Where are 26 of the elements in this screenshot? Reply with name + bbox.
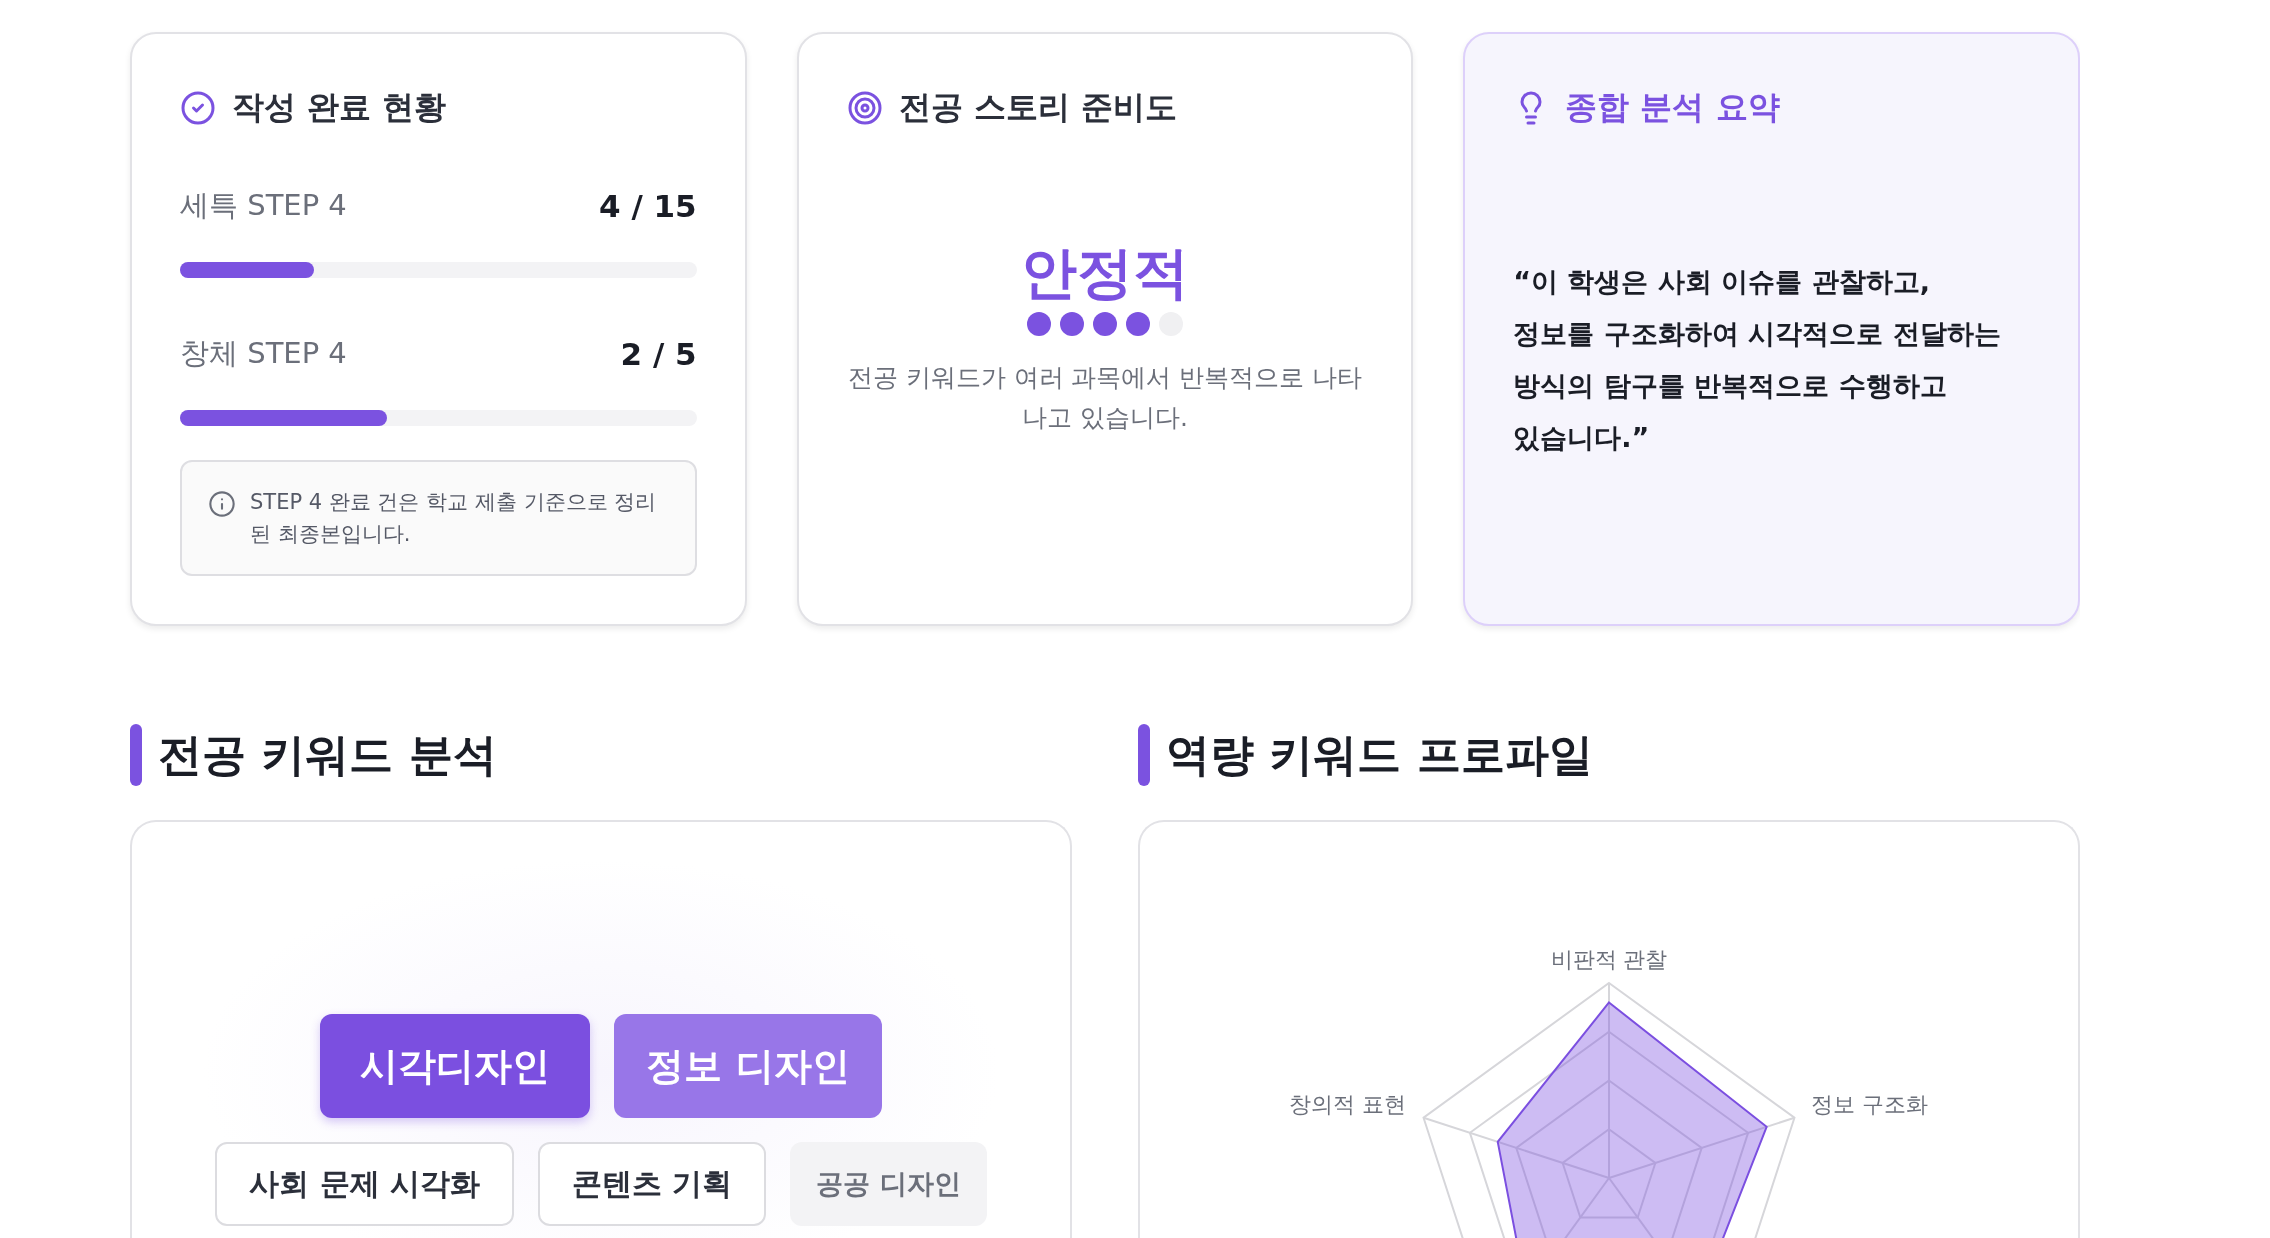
progress-count: 2 / 5 bbox=[620, 336, 697, 372]
progress-label: 창체 STEP 4 bbox=[180, 335, 347, 372]
card-title: 전공 스토리 준비도 bbox=[898, 87, 1177, 128]
progress-count: 4 / 15 bbox=[599, 188, 697, 224]
progress-label: 세특 STEP 4 bbox=[180, 187, 347, 224]
readiness-status: 안정적 bbox=[1021, 242, 1189, 304]
info-icon bbox=[208, 490, 236, 518]
axis-label: 창의적 표현 bbox=[1289, 1092, 1406, 1117]
card-title: 종합 분석 요약 bbox=[1565, 87, 1780, 128]
target-icon bbox=[846, 90, 883, 126]
summary-quote: “이 학생은 사회 이슈를 관찰하고, 정보를 구조화하여 시각적으로 전달하는 방식의 탐구를 반복적으로 수행하고 있습니다.” bbox=[1513, 265, 2002, 455]
card-title: 작성 완료 현황 bbox=[232, 87, 447, 128]
keyword-tag[interactable]: 정보 디자인 bbox=[614, 1014, 882, 1118]
section-heading: 역량 키워드 프로파일 bbox=[1166, 727, 1593, 782]
axis-label: 정보 구조화 bbox=[1811, 1092, 1928, 1117]
heading-accent-bar bbox=[1138, 724, 1150, 786]
check-circle-icon bbox=[180, 90, 216, 126]
note-text: STEP 4 완료 건은 학교 제출 기준으로 정리된 최종본입니다. bbox=[250, 489, 658, 548]
keyword-tag[interactable]: 콘텐츠 기획 bbox=[538, 1142, 767, 1226]
keyword-tag[interactable]: 사회 문제 시각화 bbox=[215, 1142, 514, 1226]
keyword-tag[interactable]: 시각디자인 bbox=[320, 1014, 591, 1118]
section-heading: 전공 키워드 분석 bbox=[158, 727, 497, 782]
keyword-tag[interactable]: 공공 디자인 bbox=[790, 1142, 987, 1226]
readiness-description: 전공 키워드가 여러 과목에서 반복적으로 나타나고 있습니다. bbox=[846, 361, 1364, 434]
axis-label: 비판적 관찰 bbox=[1550, 947, 1668, 972]
heading-accent-bar bbox=[130, 724, 142, 786]
